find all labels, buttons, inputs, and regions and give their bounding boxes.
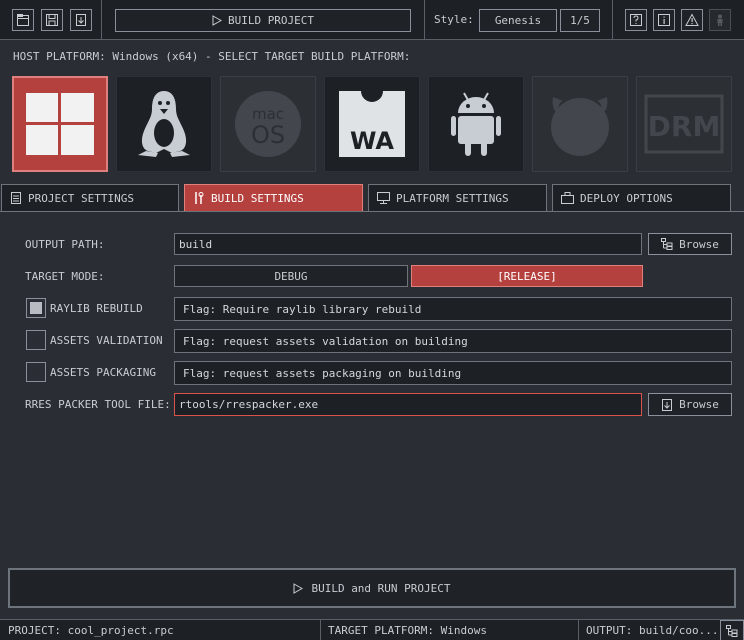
toolbar-divider xyxy=(101,0,102,40)
raylib-rebuild-label: RAYLIB REBUILD xyxy=(50,302,143,315)
platform-macos[interactable]: mac OS xyxy=(220,76,316,172)
target-mode-label: TARGET MODE: xyxy=(25,270,105,283)
play-icon xyxy=(212,15,222,26)
mode-debug-button[interactable]: DEBUG xyxy=(174,265,408,287)
android-logo-icon xyxy=(451,92,501,156)
windows-logo-icon xyxy=(26,93,94,155)
tab-deploy-options[interactable]: DEPLOY OPTIONS xyxy=(552,184,731,211)
warning-icon[interactable] xyxy=(681,9,703,31)
document-icon xyxy=(11,192,21,204)
status-output: OUTPUT: build/coo... xyxy=(578,620,718,640)
flag-description: Flag: Require raylib library rebuild xyxy=(183,302,422,316)
drm-text: DRM xyxy=(648,110,721,143)
export-icon[interactable] xyxy=(70,9,92,31)
user-icon[interactable] xyxy=(709,9,731,31)
platform-android[interactable] xyxy=(428,76,524,172)
raylib-rebuild-checkbox[interactable] xyxy=(26,298,46,318)
rres-browse-button[interactable]: Browse xyxy=(648,393,732,416)
import-file-icon xyxy=(662,398,673,411)
browse-label: Browse xyxy=(679,237,719,251)
assets-validation-checkbox[interactable] xyxy=(26,330,46,350)
output-tree-icon[interactable] xyxy=(720,620,744,640)
output-path-value: build xyxy=(179,237,213,251)
style-page: 1/5 xyxy=(570,14,590,27)
play-icon xyxy=(293,582,304,594)
rres-packer-input[interactable]: rtools/rrespacker.exe xyxy=(174,393,642,416)
output-path-label: OUTPUT PATH: xyxy=(25,238,105,251)
status-target-platform: TARGET PLATFORM: Windows xyxy=(320,620,578,640)
platform-freebsd[interactable] xyxy=(532,76,628,172)
flag-description: Flag: request assets packaging on buildi… xyxy=(183,366,462,380)
status-bar: PROJECT: cool_project.rpc TARGET PLATFOR… xyxy=(0,619,744,640)
webassembly-logo-icon: WA xyxy=(339,91,405,157)
save-icon[interactable] xyxy=(41,9,63,31)
style-selector[interactable]: Genesis xyxy=(479,9,557,32)
top-toolbar: BUILD PROJECT Style: Genesis 1/5 xyxy=(0,0,744,40)
build-project-button[interactable]: BUILD PROJECT xyxy=(115,9,411,32)
tab-label: BUILD SETTINGS xyxy=(211,191,304,205)
tab-label: PLATFORM SETTINGS xyxy=(396,191,509,205)
freebsd-logo-icon xyxy=(551,97,609,156)
tab-underline xyxy=(0,211,744,212)
package-icon xyxy=(561,192,574,204)
mode-debug-label: DEBUG xyxy=(274,269,308,283)
webassembly-text: WA xyxy=(350,127,394,155)
folder-tree-icon xyxy=(661,238,673,250)
help-icon[interactable] xyxy=(625,9,647,31)
assets-packaging-label: ASSETS PACKAGING xyxy=(50,366,156,379)
platform-drm[interactable]: DRM xyxy=(636,76,732,172)
tab-label: DEPLOY OPTIONS xyxy=(580,191,673,205)
raylib-rebuild-description: Flag: Require raylib library rebuild xyxy=(174,297,732,321)
build-project-label: BUILD PROJECT xyxy=(227,14,315,27)
linux-tux-icon xyxy=(138,91,190,157)
new-file-icon[interactable] xyxy=(12,9,34,31)
build-and-run-button[interactable]: BUILD and RUN PROJECT xyxy=(8,568,736,608)
tab-project-settings[interactable]: PROJECT SETTINGS xyxy=(1,184,179,211)
drm-logo-icon: DRM xyxy=(644,94,724,154)
host-platform-text: HOST PLATFORM: Windows (x64) - SELECT TA… xyxy=(13,50,411,63)
macos-logo-icon: mac OS xyxy=(235,91,301,157)
status-project: PROJECT: cool_project.rpc xyxy=(0,620,320,640)
flag-description: Flag: request assets validation on build… xyxy=(183,334,468,348)
style-value: Genesis xyxy=(494,14,542,27)
tab-label: PROJECT SETTINGS xyxy=(28,191,134,205)
output-path-input[interactable]: build xyxy=(174,233,642,255)
assets-validation-label: ASSETS VALIDATION xyxy=(50,334,163,347)
status-target-text: TARGET PLATFORM: Windows xyxy=(328,624,487,637)
platform-webassembly[interactable]: WA xyxy=(324,76,420,172)
tab-platform-settings[interactable]: PLATFORM SETTINGS xyxy=(368,184,547,211)
platform-linux[interactable] xyxy=(116,76,212,172)
output-browse-button[interactable]: Browse xyxy=(648,233,732,255)
status-output-text: OUTPUT: build/coo... xyxy=(586,624,718,637)
mode-release-label: [RELEASE] xyxy=(497,269,557,283)
info-icon[interactable] xyxy=(653,9,675,31)
assets-validation-description: Flag: request assets validation on build… xyxy=(174,329,732,353)
rres-packer-label: RRES PACKER TOOL FILE: xyxy=(25,398,171,411)
status-project-text: PROJECT: cool_project.rpc xyxy=(8,624,174,637)
monitor-icon xyxy=(377,192,390,204)
tools-icon xyxy=(195,192,204,204)
style-label: Style: xyxy=(434,13,474,26)
assets-packaging-description: Flag: request assets packaging on buildi… xyxy=(174,361,732,385)
tab-build-settings[interactable]: BUILD SETTINGS xyxy=(184,184,363,211)
browse-label: Browse xyxy=(679,398,719,411)
assets-packaging-checkbox[interactable] xyxy=(26,362,46,382)
style-page-button[interactable]: 1/5 xyxy=(560,9,600,32)
build-and-run-label: BUILD and RUN PROJECT xyxy=(311,581,451,595)
platform-windows[interactable] xyxy=(12,76,108,172)
rres-packer-value: rtools/rrespacker.exe xyxy=(179,398,319,411)
macos-text-bottom: OS xyxy=(251,121,285,149)
mode-release-button[interactable]: [RELEASE] xyxy=(411,265,643,287)
toolbar-divider xyxy=(612,0,613,40)
toolbar-divider xyxy=(424,0,425,40)
